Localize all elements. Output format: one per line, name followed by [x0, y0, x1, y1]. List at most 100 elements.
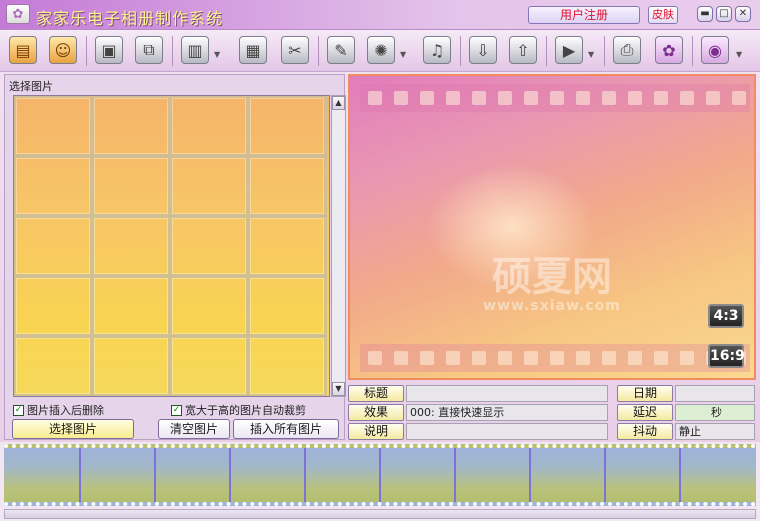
timeline-slot-divider: [154, 448, 156, 502]
import-button[interactable]: ⇩: [466, 33, 500, 67]
maximize-button[interactable]: □: [716, 6, 732, 22]
toolbar-divider: [172, 36, 173, 66]
delay-field[interactable]: 秒: [675, 404, 755, 421]
effect-label[interactable]: 效果: [348, 404, 404, 421]
film-strip-top: [360, 84, 750, 112]
print-button[interactable]: ⎙: [610, 33, 644, 67]
thumbnail-slot[interactable]: [91, 275, 171, 337]
film-hole: [602, 351, 616, 365]
thumbnail-slot[interactable]: [169, 275, 249, 337]
thumbnail-slot[interactable]: [14, 275, 93, 337]
thumbnail-slot[interactable]: [247, 96, 327, 157]
clear-images-button[interactable]: 清空图片: [158, 419, 230, 439]
thumbnail-slot[interactable]: [169, 96, 249, 157]
scroll-up-icon[interactable]: ▲: [332, 96, 345, 110]
open-album-button[interactable]: ☺: [46, 33, 80, 67]
thumbnail-slot[interactable]: [14, 335, 93, 396]
title-bar: ✿ 家家乐电子相册制作系统 用户注册 皮肤 ▬ □ ✕: [0, 0, 760, 30]
shake-label[interactable]: 抖动: [617, 423, 673, 440]
film-hole: [602, 91, 616, 105]
delay-label[interactable]: 延迟: [617, 404, 673, 421]
preview-icon: ▶: [555, 36, 583, 64]
save-button[interactable]: ▣: [92, 33, 126, 67]
register-button[interactable]: 用户注册: [528, 6, 640, 24]
save-as-button[interactable]: ⧉: [132, 33, 166, 67]
date-label[interactable]: 日期: [617, 385, 673, 402]
ratio-4-3-button[interactable]: 4:3: [708, 304, 744, 328]
auto-crop-checkbox[interactable]: ✓: [171, 404, 182, 416]
skin-palette-icon: ✿: [655, 36, 683, 64]
watermark-text: 硕夏网: [492, 254, 612, 300]
thumbnail-slot[interactable]: [247, 335, 327, 396]
thumbnail-slot[interactable]: [91, 96, 171, 157]
thumbnail-slot[interactable]: [14, 155, 93, 217]
app-album-icon: ✿: [6, 4, 30, 24]
effects-button[interactable]: ✺: [364, 33, 398, 67]
film-hole: [498, 351, 512, 365]
delete-after-insert-option[interactable]: ✓ 图片插入后删除: [13, 402, 104, 418]
preview-area[interactable]: 硕夏网 www.sxiaw.com 4:3 16:9: [348, 74, 756, 380]
description-label[interactable]: 说明: [348, 423, 404, 440]
help-button[interactable]: ◉: [698, 33, 732, 67]
thumbnail-slot[interactable]: [247, 155, 327, 217]
close-button[interactable]: ✕: [735, 6, 751, 22]
checkbox-label: 图片插入后删除: [27, 404, 104, 417]
print-icon: ⎙: [613, 36, 641, 64]
delete-after-insert-checkbox[interactable]: ✓: [13, 404, 24, 416]
scroll-down-icon[interactable]: ▼: [332, 382, 345, 396]
text-editor-button[interactable]: ✎: [324, 33, 358, 67]
thumbnail-grid[interactable]: [13, 95, 330, 397]
music-icon: ♫: [423, 36, 451, 64]
effect-field[interactable]: 000: 直接快速显示: [406, 404, 608, 421]
insert-all-button[interactable]: 插入所有图片: [233, 419, 339, 439]
open-album-icon: ☺: [49, 36, 77, 64]
title-field[interactable]: [406, 385, 608, 402]
delete-page-button[interactable]: ✂: [278, 33, 312, 67]
app-window: ✿ 家家乐电子相册制作系统 用户注册 皮肤 ▬ □ ✕ ▤ ☺ ▣ ⧉ ▥ ▼ …: [0, 0, 760, 521]
thumbnail-slot[interactable]: [14, 96, 93, 157]
timeline-scrollbar[interactable]: [4, 509, 756, 519]
minimize-button[interactable]: ▬: [697, 6, 713, 22]
save-as-icon: ⧉: [135, 36, 163, 64]
skin-button[interactable]: 皮肤: [648, 6, 678, 24]
select-images-button[interactable]: 选择图片: [12, 419, 134, 439]
title-label[interactable]: 标题: [348, 385, 404, 402]
page-settings-button[interactable]: ▦: [236, 33, 270, 67]
preview-button[interactable]: ▶: [552, 33, 586, 67]
chevron-down-icon[interactable]: ▼: [588, 50, 596, 60]
thumbnail-slot[interactable]: [91, 155, 171, 217]
thumbnail-slot[interactable]: [247, 215, 327, 277]
thumbnail-slot[interactable]: [169, 215, 249, 277]
thumbnail-slot[interactable]: [91, 335, 171, 396]
add-page-button[interactable]: ▥: [178, 33, 212, 67]
film-hole: [420, 91, 434, 105]
description-field[interactable]: [406, 423, 608, 440]
thumbnail-slot[interactable]: [247, 275, 327, 337]
film-hole: [706, 91, 720, 105]
new-album-button[interactable]: ▤: [6, 33, 40, 67]
film-hole: [550, 351, 564, 365]
auto-crop-option[interactable]: ✓ 宽大于高的图片自动裁剪: [171, 402, 306, 418]
film-hole: [680, 91, 694, 105]
export-button[interactable]: ⇧: [506, 33, 540, 67]
thumbnail-slot[interactable]: [91, 215, 171, 277]
skin-palette-button[interactable]: ✿: [652, 33, 686, 67]
shake-field[interactable]: 静止: [675, 423, 755, 440]
toolbar-divider: [318, 36, 319, 66]
ratio-16-9-button[interactable]: 16:9: [708, 344, 745, 368]
thumbnail-slot[interactable]: [169, 335, 249, 396]
thumbnail-scrollbar[interactable]: ▲ ▼: [331, 95, 346, 397]
music-button[interactable]: ♫: [420, 33, 454, 67]
film-hole: [576, 91, 590, 105]
chevron-down-icon[interactable]: ▼: [400, 50, 408, 60]
thumbnail-slot[interactable]: [169, 155, 249, 217]
window-title: 家家乐电子相册制作系统: [36, 9, 224, 28]
film-hole: [368, 351, 382, 365]
timeline-strip: [0, 442, 760, 521]
film-hole: [498, 91, 512, 105]
thumbnail-slot[interactable]: [14, 215, 93, 277]
date-field[interactable]: [675, 385, 755, 402]
timeline-slots[interactable]: [4, 444, 756, 506]
chevron-down-icon[interactable]: ▼: [214, 50, 222, 60]
chevron-down-icon[interactable]: ▼: [736, 50, 744, 60]
